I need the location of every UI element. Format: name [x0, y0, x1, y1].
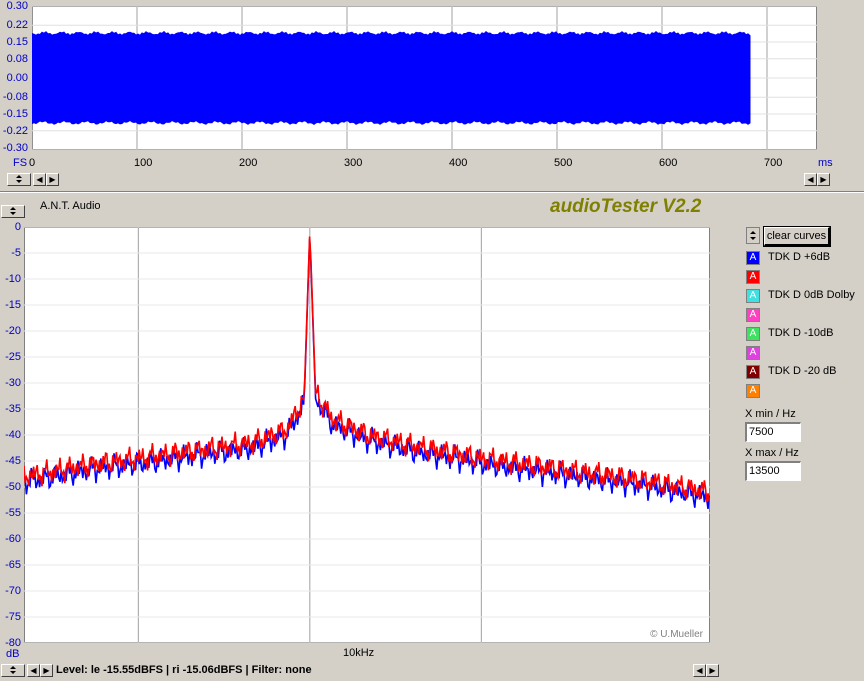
- spectrum-x-zoom-spinner[interactable]: [1, 664, 25, 677]
- copyright-label: © U.Mueller: [650, 629, 703, 640]
- legend-color-swatch[interactable]: A: [746, 346, 760, 360]
- waveform-x-unit: ms: [818, 157, 833, 169]
- app-title: audioTester V2.2: [550, 196, 702, 217]
- x-min-input[interactable]: 7500: [745, 422, 801, 442]
- splitter[interactable]: [0, 191, 864, 193]
- spectrum-y-tick-label: -30: [5, 377, 21, 389]
- spectrum-y-tick-label: -40: [5, 429, 21, 441]
- legend-spinner[interactable]: [746, 227, 760, 244]
- spectrum-plot: © U.Mueller: [24, 227, 710, 643]
- spectrum-y-tick-label: -60: [5, 533, 21, 545]
- legend-color-swatch[interactable]: A: [746, 384, 760, 398]
- waveform-x-tick-label: 400: [449, 157, 468, 169]
- waveform-y-unit: FS: [13, 157, 28, 169]
- spectrum-y-tick-label: -20: [5, 325, 21, 337]
- waveform-y-tick-label: -0.15: [2, 108, 28, 120]
- spectrum-y-tick-label: -75: [5, 611, 21, 623]
- clear-curves-button[interactable]: clear curves: [763, 226, 831, 247]
- legend-label: TDK D -10dB: [768, 327, 834, 339]
- spectrum-y-unit: dB: [6, 648, 20, 660]
- spectrum-scroll-right-button[interactable]: ▶: [40, 664, 53, 677]
- spectrum-y-zoom-spinner[interactable]: [1, 205, 25, 218]
- waveform-x-tick-label: 500: [554, 157, 573, 169]
- legend-color-swatch[interactable]: A: [746, 289, 760, 303]
- x-min-label: X min / Hz: [745, 408, 796, 420]
- waveform-scroll-left-button[interactable]: ◀: [33, 173, 46, 186]
- waveform-y-tick-label: 0.22: [6, 19, 28, 32]
- legend-color-swatch[interactable]: A: [746, 365, 760, 379]
- waveform-x-tick-label: 600: [659, 157, 678, 169]
- waveform-svg: [32, 6, 817, 150]
- waveform-x-tick-label: 100: [134, 157, 153, 169]
- spectrum-y-tick-label: -5: [11, 247, 21, 259]
- waveform-x-tick-label: 200: [239, 157, 258, 169]
- legend-label: TDK D 0dB Dolby: [768, 289, 855, 301]
- spectrum-svg: [24, 227, 710, 643]
- waveform-end-left-button[interactable]: ◀: [804, 173, 817, 186]
- waveform-x-tick-label: 300: [344, 157, 363, 169]
- waveform-signal: [32, 30, 751, 126]
- legend-color-swatch[interactable]: A: [746, 270, 760, 284]
- legend-color-swatch[interactable]: A: [746, 327, 760, 341]
- spectrum-y-tick-label: -50: [5, 481, 21, 493]
- spectrum-end-right-button[interactable]: ▶: [706, 664, 719, 677]
- waveform-y-tick-label: 0.30: [6, 0, 28, 12]
- status-text: Level: le -15.55dBFS | ri -15.06dBFS | F…: [56, 664, 312, 676]
- spectrum-y-tick-label: 0: [14, 221, 21, 233]
- spectrum-scroll-left-button[interactable]: ◀: [27, 664, 40, 677]
- spectrum-y-tick-label: -45: [5, 455, 21, 467]
- spectrum-y-tick-label: -70: [5, 585, 21, 597]
- legend-color-swatch[interactable]: A: [746, 308, 760, 322]
- legend-color-swatch[interactable]: A: [746, 251, 760, 265]
- spectrum-end-left-button[interactable]: ◀: [693, 664, 706, 677]
- spectrum-y-tick-label: -15: [5, 299, 21, 311]
- waveform-x-tick-label: 0: [29, 157, 36, 169]
- waveform-plot: [32, 6, 817, 150]
- waveform-y-tick-label: -0.08: [2, 91, 28, 104]
- waveform-chart: 0.30 0.22 0.15 0.08 0.00 -0.08 -0.15 -0.22 -0.30…: [0, 0, 864, 190]
- waveform-end-right-button[interactable]: ▶: [817, 173, 830, 186]
- waveform-y-tick-label: 0.00: [6, 72, 28, 84]
- spectrum-y-tick-label: -65: [5, 559, 21, 571]
- spectrum-y-tick-label: -25: [5, 351, 21, 363]
- waveform-y-tick-label: -0.30: [2, 142, 28, 154]
- spectrum-y-tick-label: -55: [5, 507, 21, 519]
- waveform-y-tick-label: -0.22: [2, 124, 28, 137]
- waveform-y-tick-label: 0.08: [6, 52, 28, 65]
- x-max-input[interactable]: 13500: [745, 461, 801, 481]
- waveform-y-tick-label: 0.15: [6, 36, 28, 48]
- waveform-scroll-right-button[interactable]: ▶: [46, 173, 59, 186]
- x-max-label: X max / Hz: [745, 447, 799, 459]
- legend-label: TDK D +6dB: [768, 251, 831, 263]
- spectrum-y-tick-label: -10: [5, 273, 21, 285]
- waveform-y-zoom-spinner[interactable]: [7, 173, 31, 186]
- waveform-x-tick-label: 700: [764, 157, 783, 169]
- device-label: A.N.T. Audio: [40, 200, 101, 212]
- legend-label: TDK D -20 dB: [768, 365, 837, 377]
- spectrum-y-tick-label: -35: [5, 403, 21, 415]
- spectrum-x-label: 10kHz: [343, 647, 375, 659]
